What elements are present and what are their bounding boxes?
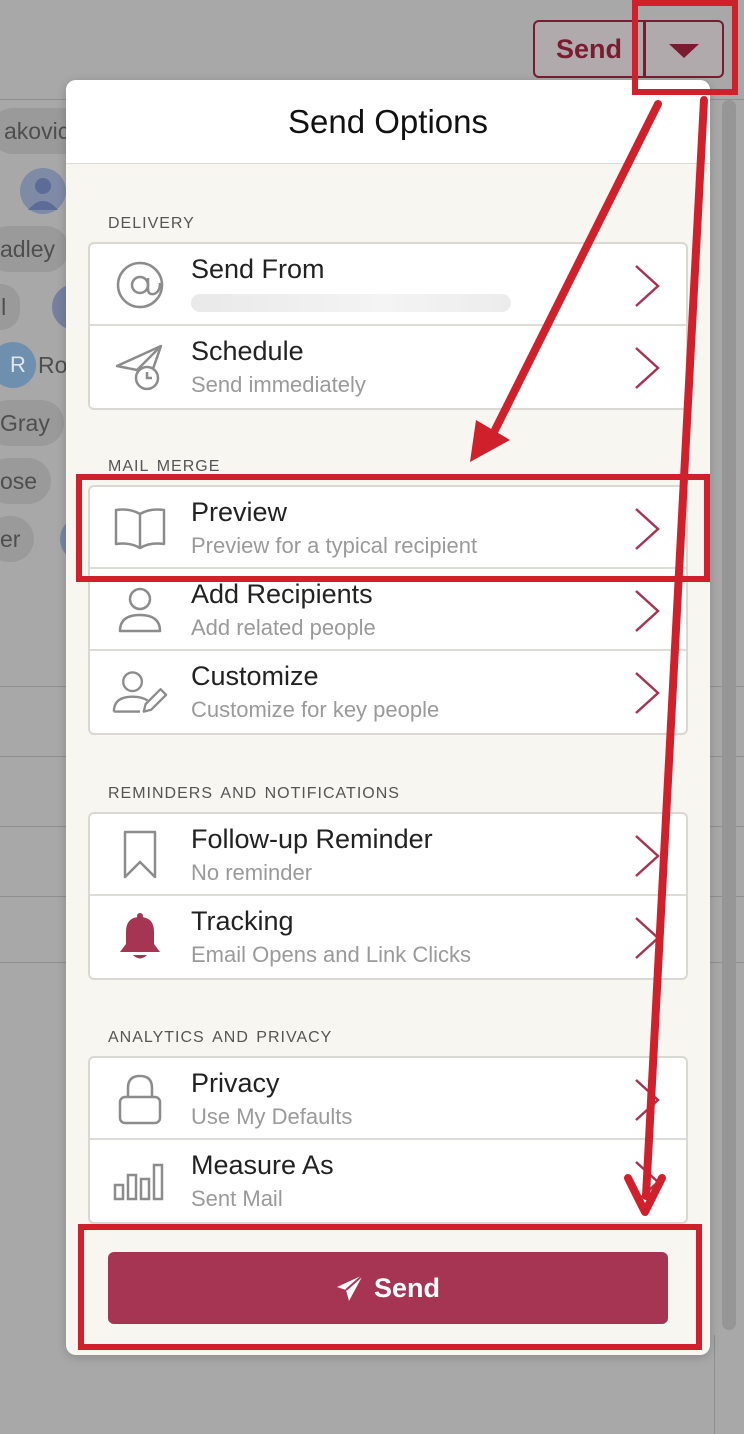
- row-title: Add Recipients: [191, 579, 373, 609]
- section-title-mail-merge: Mail Merge: [108, 450, 221, 476]
- section-title-analytics: Analytics and Privacy: [108, 1021, 333, 1047]
- customize-row[interactable]: Customize Customize for key people: [90, 651, 686, 733]
- person-icon: [112, 582, 168, 638]
- schedule-row[interactable]: Schedule Send immediately: [90, 326, 686, 408]
- row-subtitle: No reminder: [191, 860, 313, 885]
- chevron-right-icon: [635, 672, 660, 714]
- measure-as-row[interactable]: Measure As Sent Mail: [90, 1140, 686, 1222]
- chevron-right-icon: [635, 1079, 660, 1121]
- chevron-right-icon: [635, 917, 660, 959]
- recipient-chip: ll: [0, 284, 21, 330]
- row-title: Schedule: [191, 336, 304, 366]
- section-title-reminders: Reminders and Notifications: [108, 777, 400, 803]
- row-title: Privacy: [191, 1068, 280, 1098]
- bookmark-icon: [112, 827, 168, 883]
- privacy-row[interactable]: Privacy Use My Defaults: [90, 1058, 686, 1140]
- row-subtitle: Email Opens and Link Clicks: [191, 942, 472, 967]
- recipient-chip: Gray: [0, 400, 64, 446]
- highlight-send: [78, 1224, 702, 1350]
- row-subtitle: Use My Defaults: [191, 1104, 353, 1129]
- chevron-right-icon: [635, 835, 660, 877]
- scrollbar[interactable]: [722, 100, 736, 1330]
- recipient-chip: adley: [0, 226, 69, 272]
- reminders-group: Follow-up Reminder No reminder Tracking …: [88, 812, 688, 980]
- recipient-chip: er: [0, 516, 35, 562]
- panel-title: Send Options: [66, 80, 710, 164]
- recipient-chip: ose: [0, 458, 52, 504]
- chevron-right-icon: [635, 265, 660, 307]
- chevron-right-icon: [635, 347, 660, 389]
- row-title: Follow-up Reminder: [191, 824, 433, 854]
- schedule-icon: [112, 339, 168, 395]
- delivery-group: Send From Schedule Send immediately: [88, 242, 688, 410]
- chevron-right-icon: [635, 1161, 660, 1203]
- top-send-button[interactable]: Send: [533, 20, 645, 78]
- redacted-email: [191, 294, 511, 312]
- row-title: Send From: [191, 254, 325, 284]
- bell-icon: [112, 909, 168, 965]
- send-from-row[interactable]: Send From: [90, 244, 686, 326]
- bar-chart-icon: [112, 1153, 168, 1209]
- avatar: [20, 168, 66, 214]
- row-subtitle: Sent Mail: [191, 1186, 283, 1211]
- lock-icon: [112, 1071, 168, 1127]
- person-edit-icon: [112, 664, 168, 720]
- row-title: Tracking: [191, 906, 294, 936]
- row-title: Measure As: [191, 1150, 334, 1180]
- row-subtitle: Add related people: [191, 615, 376, 640]
- row-subtitle: Customize for key people: [191, 697, 440, 722]
- divider: [714, 1335, 715, 1434]
- highlight-dropdown: [632, 0, 738, 95]
- analytics-group: Privacy Use My Defaults Measure As Sent …: [88, 1056, 688, 1224]
- follow-up-reminder-row[interactable]: Follow-up Reminder No reminder: [90, 814, 686, 896]
- row-subtitle: Send immediately: [191, 372, 366, 397]
- chevron-right-icon: [635, 590, 660, 632]
- section-title-delivery: Delivery: [108, 207, 195, 233]
- at-icon: [112, 257, 168, 313]
- row-title: Customize: [191, 661, 319, 691]
- send-options-panel: Send Options Delivery Send From Schedule…: [66, 80, 710, 1355]
- highlight-preview: [76, 474, 710, 582]
- tracking-row[interactable]: Tracking Email Opens and Link Clicks: [90, 896, 686, 978]
